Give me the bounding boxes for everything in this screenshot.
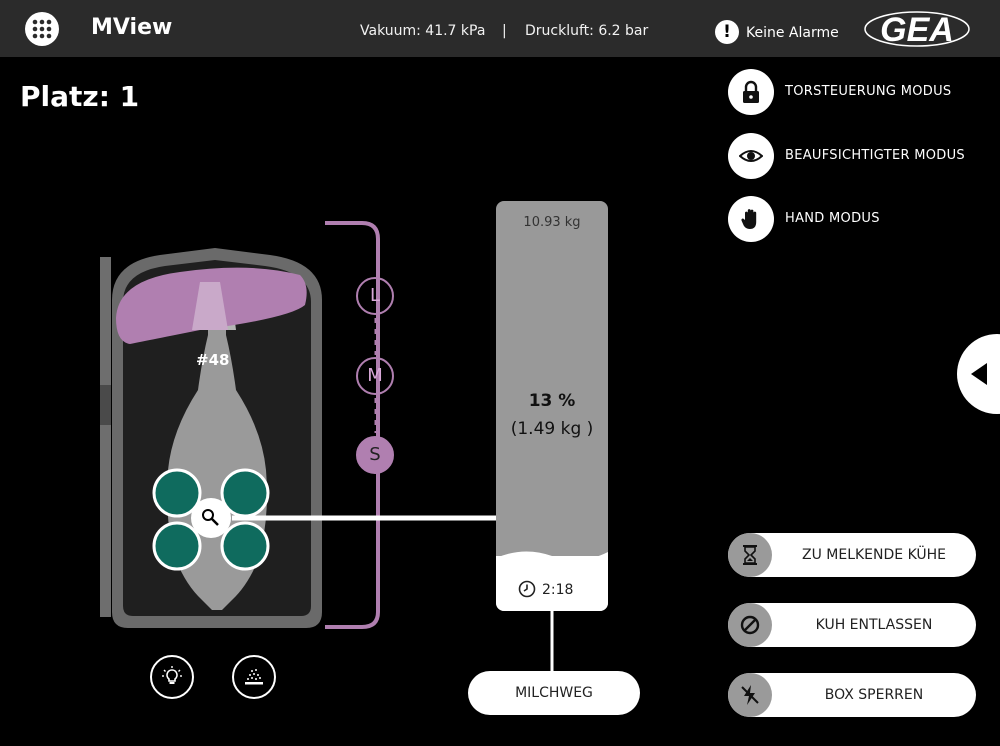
meter-amount: (1.49 kg ) (510, 419, 594, 439)
meter-wave (496, 551, 608, 566)
block-icon (740, 615, 760, 635)
size-button-l[interactable]: L (356, 277, 394, 315)
spray-icon (245, 669, 263, 685)
cows-to-milk-button[interactable]: ZU MELKENDE KÜHE (728, 533, 976, 577)
hourglass-icon (743, 545, 757, 565)
milking-time: 2:18 (542, 582, 574, 598)
cow-id-label: #48 (196, 351, 230, 369)
action-label: BOX SPERREN (824, 687, 924, 703)
meter-percent: 13 % (528, 391, 576, 411)
release-cow-button[interactable]: KUH ENTLASSEN (728, 603, 976, 647)
milk-path-button[interactable]: MILCHWEG (468, 671, 640, 715)
light-button[interactable] (150, 655, 194, 699)
lock-box-button[interactable]: BOX SPERREN (728, 673, 976, 717)
meter-max-label: 10.93 kg (523, 215, 581, 230)
magnifier-icon[interactable] (191, 498, 231, 538)
clock-icon (518, 580, 536, 598)
size-button-s[interactable]: S (356, 436, 394, 474)
light-bulb-icon (162, 666, 182, 684)
lightning-off-icon (741, 685, 759, 705)
action-label: KUH ENTLASSEN (815, 617, 933, 633)
size-button-m[interactable]: M (356, 357, 394, 395)
action-label: ZU MELKENDE KÜHE (801, 547, 946, 563)
milk-meter[interactable]: 10.93 kg 13 % (1.49 kg ) 2:18 (496, 201, 608, 611)
spray-button[interactable] (232, 655, 276, 699)
